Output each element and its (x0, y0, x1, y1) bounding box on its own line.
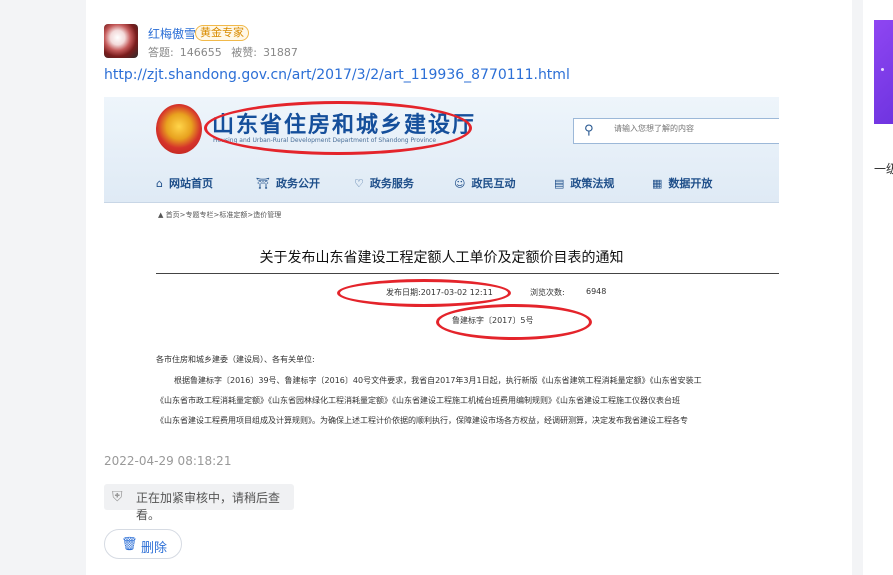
review-notice: ⛨ 正在加紧审核中，请稍后查看。 (104, 484, 294, 522)
gov-nav-label: 政务公开 (275, 177, 320, 190)
doc-title: 关于发布山东省建设工程定额人工单价及定额价目表的通知 (259, 250, 624, 266)
breadcrumb-text: 首页>专题专栏>标准定额>造价管理 (165, 211, 282, 219)
doc-body-line: 《山东省建设工程费用项目组成及计算规则》。为确保上述工程计价依据的顺利执行，保障… (156, 416, 688, 425)
red-highlight-title (204, 101, 472, 155)
gov-nav-label: 政民互动 (471, 177, 516, 190)
gov-breadcrumb: ▲ 首页>专题专栏>标准定额>造价管理 (158, 210, 281, 220)
user-stats: 答题: 146655 被赞: 31887 (148, 44, 304, 60)
chart-icon: ▦ (652, 177, 663, 190)
home-icon: ⌂ (156, 177, 163, 190)
gov-nav-item: ▤ 政策法规 (554, 175, 614, 191)
search-icon: ⚲ (584, 123, 594, 138)
delete-label: 删除 (141, 541, 168, 556)
gov-nav: ⌂ 网站首页 ⛩ 政务公开 ♡ 政务服务 ☺ 政民互动 ▤ 政策法规 ▦ 数据开放 (104, 169, 779, 197)
gov-nav-item: ⛩ 政务公开 (256, 175, 320, 191)
gov-nav-label: 数据开放 (668, 177, 713, 190)
answer-time: 2022-04-29 08:18:21 (104, 454, 232, 468)
red-highlight-doc-number (436, 304, 592, 340)
red-highlight-date (337, 279, 511, 307)
promo-dot (881, 68, 884, 71)
building-icon: ⛩ (256, 177, 270, 190)
national-emblem-icon (156, 104, 202, 154)
likes-count: 31887 (262, 46, 298, 59)
answers-count: 146655 (179, 46, 222, 59)
header-divider (104, 202, 779, 203)
service-icon: ♡ (354, 177, 364, 190)
gov-search-input (612, 123, 776, 134)
gov-nav-label: 政策法规 (570, 177, 615, 190)
gov-nav-item: ⌂ 网站首页 (156, 175, 213, 191)
likes-label: 被赞: (231, 46, 257, 59)
answers-label: 答题: (148, 46, 174, 59)
views-label: 浏览次数: (530, 288, 565, 297)
document-icon: ▤ (554, 177, 565, 190)
answer-link[interactable]: http://zjt.shandong.gov.cn/art/2017/3/2/… (104, 67, 570, 83)
doc-body-line: 根据鲁建标字〔2016〕39号、鲁建标字〔2016〕40号文件要求，我省自201… (174, 376, 702, 385)
gov-nav-item: ☺ 政民互动 (454, 175, 515, 191)
sidebar-card: 一级 (863, 0, 893, 575)
home-small-icon: ▲ (158, 211, 166, 219)
trash-icon: 🗑 (121, 537, 138, 552)
expert-badge: 黄金专家 (195, 25, 249, 41)
review-notice-text: 正在加紧审核中，请稍后查看。 (136, 491, 281, 522)
gov-nav-item: ▦ 数据开放 (652, 175, 712, 191)
interaction-icon: ☺ (454, 177, 466, 190)
answer-image[interactable]: 山东省住房和城乡建设厅 Housing and Urban-Rural Deve… (104, 97, 779, 442)
gov-nav-label: 政务服务 (369, 177, 414, 190)
doc-title-rule (156, 273, 779, 274)
doc-body-line: 《山东省市政工程消耗量定额》《山东省园林绿化工程消耗量定额》《山东省建设工程施工… (156, 396, 680, 405)
delete-button[interactable]: 🗑 删除 (104, 529, 182, 559)
views-count: 6948 (586, 287, 607, 296)
user-name[interactable]: 红梅傲雪 (148, 25, 196, 42)
avatar[interactable] (104, 24, 138, 58)
gov-nav-label: 网站首页 (168, 177, 213, 190)
promo-banner[interactable] (874, 20, 893, 124)
promo-text: 一级 (874, 162, 893, 176)
doc-body-line: 各市住房和城乡建委（建设局）、各有关单位: (156, 355, 315, 364)
gov-nav-item: ♡ 政务服务 (354, 175, 414, 191)
shield-icon: ⛨ (112, 489, 123, 505)
gov-search-box: ⚲ (573, 118, 779, 144)
